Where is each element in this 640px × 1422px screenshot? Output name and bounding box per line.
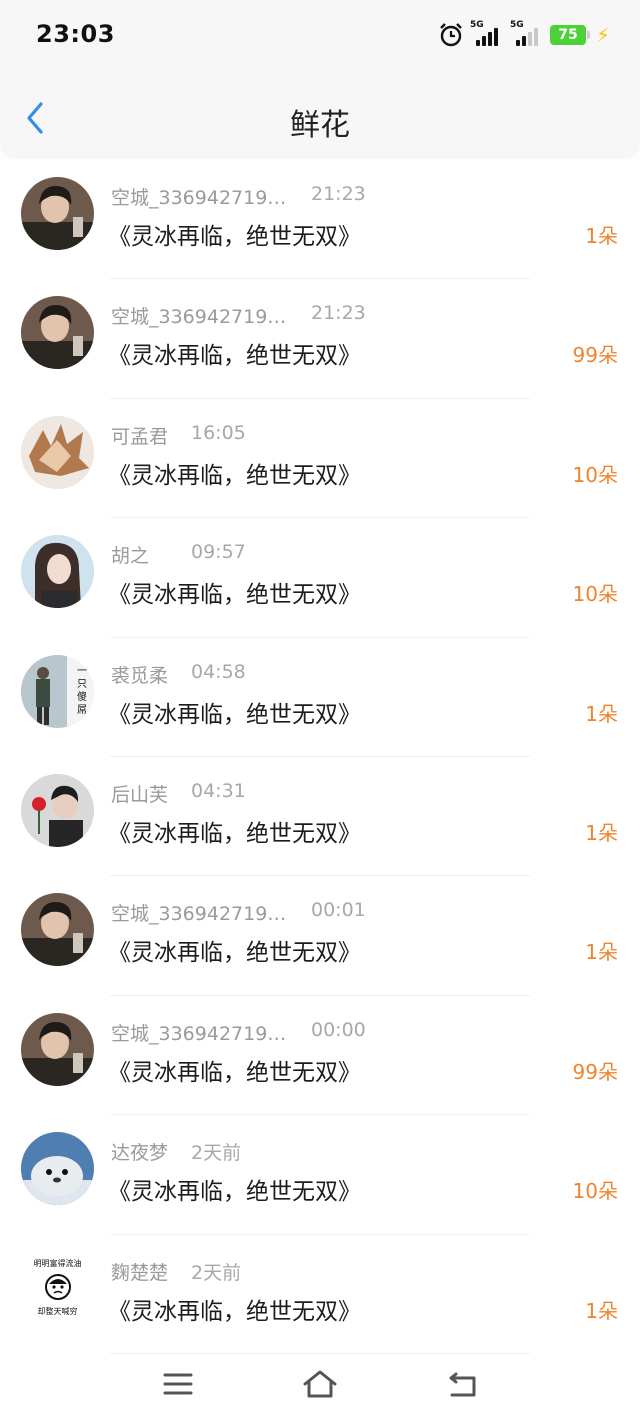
avatar[interactable] bbox=[21, 893, 94, 967]
book-title: 《灵冰再临，绝世无双》 bbox=[108, 701, 361, 728]
book-title: 《灵冰再临，绝世无双》 bbox=[108, 224, 361, 250]
user-name: 达夜梦 bbox=[111, 1142, 169, 1165]
back-nav-button[interactable] bbox=[442, 1364, 482, 1404]
system-nav-bar bbox=[0, 1350, 640, 1422]
send-time: 00:01 bbox=[311, 899, 366, 922]
flower-count: 10朵 bbox=[572, 582, 618, 607]
flower-count: 1朵 bbox=[585, 940, 618, 965]
flower-count: 10朵 bbox=[572, 1179, 618, 1204]
flower-count: 99朵 bbox=[572, 1059, 618, 1084]
user-name: 麴楚楚 bbox=[111, 1261, 169, 1284]
list-item[interactable]: 达夜梦 2天前 《灵冰再临，绝世无双》 10朵 bbox=[0, 1115, 640, 1235]
avatar[interactable] bbox=[21, 415, 94, 489]
send-time: 2天前 bbox=[191, 1142, 242, 1165]
avatar[interactable] bbox=[21, 296, 94, 370]
user-name: 后山芙 bbox=[111, 783, 169, 806]
book-title: 《灵冰再临，绝世无双》 bbox=[108, 1059, 361, 1086]
list-item[interactable]: 后山芙 04:31 《灵冰再临，绝世无双》 1朵 bbox=[0, 757, 640, 877]
flower-count: 1朵 bbox=[585, 224, 618, 248]
send-time: 16:05 bbox=[191, 421, 246, 444]
user-name: 空城_336942719… bbox=[111, 187, 287, 209]
battery-level: 75 bbox=[558, 27, 578, 43]
home-icon bbox=[303, 1370, 337, 1398]
flower-count: 1朵 bbox=[585, 1298, 618, 1323]
signal-icon: 5G bbox=[510, 20, 544, 50]
avatar[interactable] bbox=[21, 773, 94, 847]
menu-button[interactable] bbox=[158, 1364, 198, 1404]
flower-list: 空城_336942719… 21:23 《灵冰再临，绝世无双》 1朵 空城_33… bbox=[0, 160, 640, 1355]
flower-count: 1朵 bbox=[585, 820, 618, 845]
avatar[interactable] bbox=[21, 535, 94, 609]
status-icons: 5G 5G 75 ⚡ bbox=[438, 18, 610, 52]
send-time: 04:58 bbox=[191, 660, 246, 683]
list-item[interactable]: 一 只 傻 屌 裘觅柔 04:58 《灵冰再临，绝世无双》 1朵 bbox=[0, 638, 640, 758]
avatar-caption-bottom: 却整天喊穷 bbox=[37, 1306, 78, 1316]
page-title: 鲜花 bbox=[290, 108, 350, 143]
signal-icon: 5G bbox=[470, 20, 504, 50]
book-title: 《灵冰再临，绝世无双》 bbox=[108, 343, 361, 370]
home-button[interactable] bbox=[300, 1364, 340, 1404]
avatar[interactable] bbox=[21, 1132, 94, 1206]
flower-count: 10朵 bbox=[572, 462, 618, 487]
user-name: 空城_336942719… bbox=[111, 1022, 287, 1045]
back-icon bbox=[449, 1372, 476, 1397]
book-title: 《灵冰再临，绝世无双》 bbox=[108, 582, 361, 609]
send-time: 21:23 bbox=[311, 183, 366, 205]
list-item[interactable]: 胡之 09:57 《灵冰再临，绝世无双》 10朵 bbox=[0, 518, 640, 638]
user-name: 裘觅柔 bbox=[111, 664, 169, 687]
book-title: 《灵冰再临，绝世无双》 bbox=[108, 1179, 361, 1206]
battery-icon: 75 bbox=[549, 25, 590, 45]
status-bar: 23:03 5G 5G 75 ⚡ bbox=[0, 0, 640, 70]
book-title: 《灵冰再临，绝世无双》 bbox=[108, 820, 361, 847]
nav-header: 鲜花 bbox=[0, 70, 640, 156]
list-item[interactable]: 空城_336942719… 00:00 《灵冰再临，绝世无双》 99朵 bbox=[0, 996, 640, 1116]
user-name: 空城_336942719… bbox=[111, 306, 287, 329]
alarm-icon bbox=[438, 22, 464, 48]
status-time: 23:03 bbox=[36, 20, 115, 48]
avatar-caption: 一 只 傻 屌 bbox=[77, 665, 87, 716]
send-time: 00:00 bbox=[311, 1018, 366, 1041]
list-item[interactable]: 可孟君 16:05 《灵冰再临，绝世无双》 10朵 bbox=[0, 399, 640, 519]
list-item[interactable]: 空城_336942719… 21:23 《灵冰再临，绝世无双》 1朵 bbox=[0, 160, 640, 280]
list-item[interactable]: 空城_336942719… 21:23 《灵冰再临，绝世无双》 99朵 bbox=[0, 279, 640, 400]
book-title: 《灵冰再临，绝世无双》 bbox=[108, 940, 361, 967]
avatar[interactable]: 一 只 傻 屌 bbox=[21, 654, 94, 728]
send-time: 04:31 bbox=[191, 779, 246, 802]
charging-icon: ⚡ bbox=[595, 23, 610, 47]
book-title: 《灵冰再临，绝世无双》 bbox=[108, 462, 361, 489]
send-time: 2天前 bbox=[191, 1261, 242, 1284]
send-time: 21:23 bbox=[311, 302, 366, 325]
user-name: 空城_336942719… bbox=[111, 903, 287, 926]
list-item[interactable]: 空城_336942719… 00:01 《灵冰再临，绝世无双》 1朵 bbox=[0, 876, 640, 997]
user-name: 可孟君 bbox=[111, 425, 169, 448]
avatar[interactable] bbox=[21, 177, 94, 250]
list-item[interactable]: 明明富得流油 却整天喊穷 麴楚楚 2天前 《灵冰再临，绝世无双》 1朵 bbox=[0, 1235, 640, 1355]
flower-count: 1朵 bbox=[585, 701, 618, 726]
avatar-caption-top: 明明富得流油 bbox=[33, 1258, 82, 1268]
menu-icon bbox=[163, 1373, 193, 1395]
flower-count: 99朵 bbox=[572, 343, 618, 368]
send-time: 09:57 bbox=[191, 541, 246, 564]
user-name: 胡之 bbox=[111, 545, 150, 568]
book-title: 《灵冰再临，绝世无双》 bbox=[108, 1298, 361, 1325]
avatar[interactable] bbox=[21, 1012, 94, 1086]
avatar[interactable]: 明明富得流油 却整天喊穷 bbox=[21, 1251, 94, 1325]
